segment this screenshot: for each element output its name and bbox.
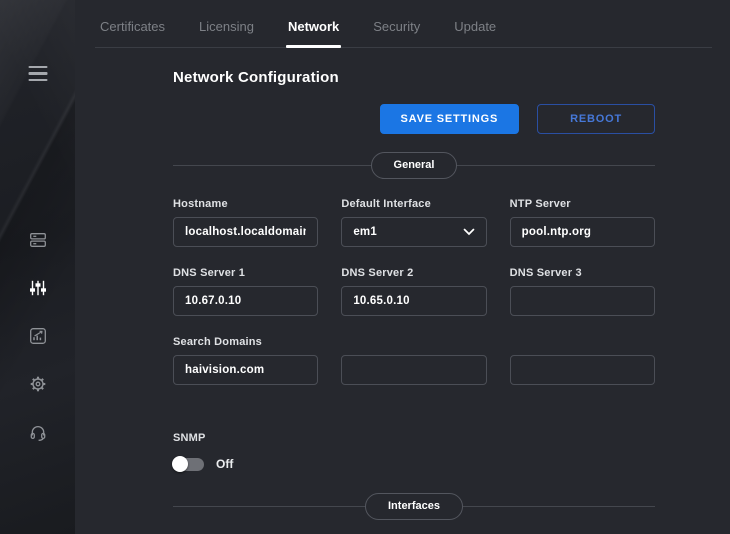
gear-icon[interactable]	[29, 375, 47, 393]
dns-server-3-label: DNS Server 3	[510, 267, 655, 280]
ntp-server-label: NTP Server	[510, 198, 655, 211]
dns-server-2-label: DNS Server 2	[341, 267, 486, 280]
snmp-section: SNMP Off	[173, 432, 655, 471]
network-configuration-panel: Network Configuration SAVE SETTINGS REBO…	[75, 69, 730, 520]
chevron-down-icon	[463, 228, 475, 236]
toggle-knob	[172, 456, 188, 472]
main-area: Certificates Licensing Network Security …	[75, 0, 730, 534]
field-dns-server-3: DNS Server 3	[510, 267, 655, 316]
search-domains-3-input[interactable]	[510, 355, 655, 385]
dns-server-2-input[interactable]	[341, 286, 486, 316]
devices-icon[interactable]	[29, 231, 47, 249]
tab-update[interactable]: Update	[454, 19, 496, 47]
field-dns-server-1: DNS Server 1	[173, 267, 318, 316]
search-domains-3-label	[510, 336, 655, 349]
hostname-input[interactable]	[173, 217, 318, 247]
search-domains-2-label	[341, 336, 486, 349]
default-interface-select[interactable]: em1	[341, 217, 486, 247]
tab-bar: Certificates Licensing Network Security …	[95, 0, 712, 48]
reboot-button[interactable]: REBOOT	[537, 104, 655, 134]
interfaces-section-divider: Interfaces	[173, 493, 655, 520]
support-icon[interactable]	[29, 423, 47, 441]
tab-network[interactable]: Network	[288, 19, 339, 47]
sliders-icon[interactable]	[29, 279, 47, 297]
action-buttons: SAVE SETTINGS REBOOT	[173, 104, 655, 134]
field-ntp-server: NTP Server	[510, 198, 655, 247]
snmp-label: SNMP	[173, 432, 655, 445]
search-domains-1-input[interactable]	[173, 355, 318, 385]
field-dns-server-2: DNS Server 2	[341, 267, 486, 316]
general-section-divider: General	[173, 152, 655, 179]
dns-server-1-input[interactable]	[173, 286, 318, 316]
dns-server-1-label: DNS Server 1	[173, 267, 318, 280]
interfaces-section-toggle[interactable]: Interfaces	[365, 493, 463, 520]
tab-licensing[interactable]: Licensing	[199, 19, 254, 47]
reports-icon[interactable]	[29, 327, 47, 345]
hostname-label: Hostname	[173, 198, 318, 211]
menu-icon[interactable]	[28, 66, 47, 81]
tab-security[interactable]: Security	[373, 19, 420, 47]
save-settings-button[interactable]: SAVE SETTINGS	[380, 104, 520, 134]
page-title: Network Configuration	[173, 69, 655, 86]
general-form: Hostname Default Interface em1 NTP Serve…	[173, 198, 655, 385]
field-search-domains-3	[510, 336, 655, 385]
snmp-toggle-row: Off	[173, 457, 655, 471]
dns-server-3-input[interactable]	[510, 286, 655, 316]
sidebar-nav	[0, 231, 75, 441]
general-section-toggle[interactable]: General	[371, 152, 458, 179]
tab-certificates[interactable]: Certificates	[100, 19, 165, 47]
field-default-interface: Default Interface em1	[341, 198, 486, 247]
default-interface-label: Default Interface	[341, 198, 486, 211]
sidebar	[0, 0, 75, 534]
field-search-domains-2	[341, 336, 486, 385]
search-domains-2-input[interactable]	[341, 355, 486, 385]
snmp-toggle[interactable]	[173, 458, 204, 471]
search-domains-label: Search Domains	[173, 336, 318, 349]
field-hostname: Hostname	[173, 198, 318, 247]
ntp-server-input[interactable]	[510, 217, 655, 247]
snmp-toggle-state: Off	[216, 457, 233, 471]
field-search-domains-1: Search Domains	[173, 336, 318, 385]
default-interface-value: em1	[353, 226, 377, 238]
